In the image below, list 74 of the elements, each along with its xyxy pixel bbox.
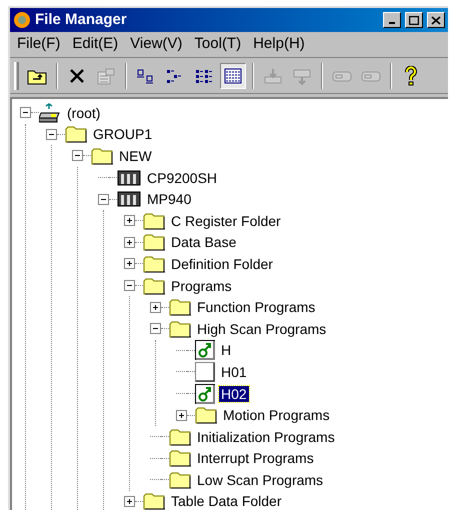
tree-item-label[interactable]: (root) — [65, 104, 102, 121]
tree-item-label[interactable]: Function Programs — [195, 299, 318, 316]
maximize-button[interactable] — [405, 12, 423, 28]
collapse-toggle[interactable] — [20, 107, 31, 118]
large-icons-icon — [136, 66, 156, 84]
upload-icon — [292, 66, 312, 84]
close-icon — [431, 16, 441, 24]
collapse-toggle[interactable] — [46, 128, 57, 140]
folder-icon — [169, 298, 191, 316]
plus-icon — [126, 217, 133, 224]
app-logo-icon — [13, 11, 31, 29]
tree-item-label[interactable]: GROUP1 — [91, 126, 154, 142]
tree-item-label[interactable]: Motion Programs — [221, 407, 332, 424]
folder-icon — [195, 406, 217, 424]
tree-item-label[interactable]: High Scan Programs — [195, 320, 328, 337]
collapse-toggle[interactable] — [150, 323, 161, 334]
expand-toggle[interactable] — [150, 302, 161, 313]
tree-item-label[interactable]: NEW — [117, 148, 154, 164]
tree-item-label[interactable]: CP9200SH — [145, 170, 220, 186]
tree-item-label[interactable]: H — [219, 342, 234, 358]
folder-icon — [143, 492, 165, 510]
menu-item[interactable]: View(V) — [125, 33, 188, 56]
expand-toggle[interactable] — [124, 215, 135, 226]
folder-icon — [169, 449, 191, 468]
folder-icon — [143, 212, 165, 230]
delete-icon — [69, 68, 85, 84]
folder-icon — [169, 320, 191, 338]
plus-icon — [126, 238, 133, 246]
minimize-icon — [389, 22, 395, 24]
tree-item-label[interactable]: H02 — [219, 386, 249, 402]
collapse-toggle[interactable] — [72, 150, 83, 162]
plus-icon — [126, 260, 133, 268]
properties-icon — [96, 66, 116, 84]
tree-item-label[interactable]: Low Scan Programs — [195, 472, 326, 488]
tree-item-label[interactable]: Data Base — [169, 234, 238, 250]
minimize-button[interactable] — [383, 12, 401, 28]
menu-item[interactable]: Edit(E) — [67, 33, 124, 56]
plus-icon — [178, 412, 185, 419]
expand-toggle[interactable] — [124, 496, 135, 507]
folder-icon — [169, 428, 191, 446]
download-icon — [263, 66, 283, 84]
tree-item-label[interactable]: Initialization Programs — [195, 428, 337, 445]
tree-item-label[interactable]: H01 — [219, 364, 249, 380]
tree-item-label[interactable]: Interrupt Programs — [195, 450, 316, 466]
expand-toggle[interactable] — [124, 236, 135, 248]
folder-icon — [143, 276, 165, 295]
plus-icon — [126, 498, 133, 505]
collapse-toggle[interactable] — [98, 194, 109, 205]
plus-icon — [152, 304, 159, 311]
expand-toggle[interactable] — [124, 258, 135, 270]
tree-item-label[interactable]: Definition Folder — [169, 256, 275, 272]
help-icon — [404, 66, 418, 86]
window-title: File Manager — [35, 10, 127, 30]
collapse-toggle[interactable] — [124, 280, 135, 292]
toolbar-button[interactable] — [220, 62, 246, 88]
expand-toggle[interactable] — [176, 410, 187, 421]
folder-icon — [169, 470, 191, 489]
menu-item[interactable]: Tool(T) — [189, 33, 246, 56]
close-button[interactable] — [427, 12, 445, 28]
tree-item-label[interactable]: C Register Folder — [169, 212, 283, 229]
toolbar-grip[interactable] — [14, 62, 19, 90]
folder-icon — [65, 125, 87, 144]
folder-icon — [143, 254, 165, 273]
tree-item-label[interactable]: Programs — [169, 278, 234, 294]
folder-icon — [91, 146, 113, 165]
folder-icon — [143, 233, 165, 252]
maximize-icon — [409, 16, 419, 24]
tree-item-label[interactable]: Table Data Folder — [169, 493, 284, 510]
details-icon — [223, 66, 243, 84]
controller-icon — [117, 170, 141, 186]
menu-item[interactable]: Help(H) — [248, 33, 310, 56]
menu-item[interactable]: File(F) — [12, 33, 66, 56]
tree-item-label[interactable]: MP940 — [145, 191, 194, 208]
controller-icon — [117, 191, 141, 208]
